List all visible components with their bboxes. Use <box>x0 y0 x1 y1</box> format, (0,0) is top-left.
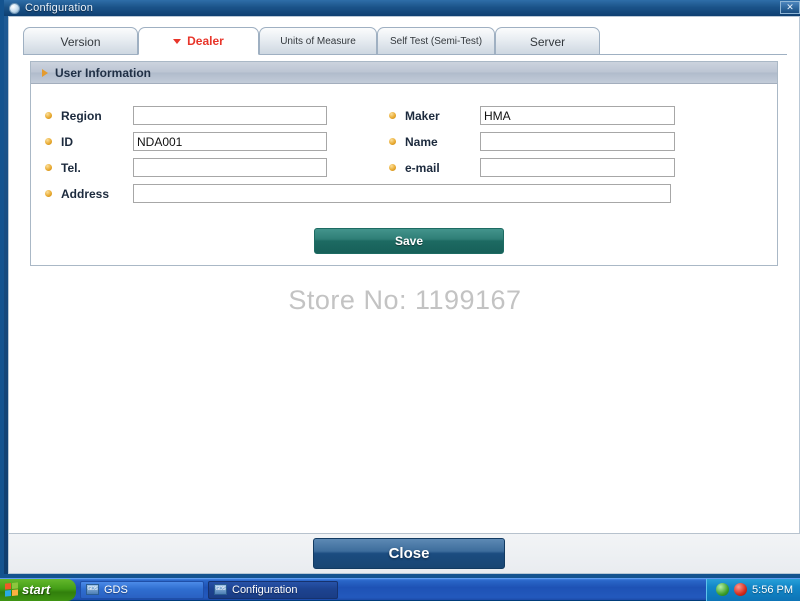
footer-area: Close <box>9 533 800 573</box>
window-title: Configuration <box>25 2 93 14</box>
email-label: e-mail <box>405 161 480 175</box>
save-button[interactable]: Save <box>314 228 504 254</box>
region-label: Region <box>61 109 133 123</box>
title-bar: Configuration ✕ <box>4 0 800 16</box>
shield-alert-icon[interactable] <box>734 583 747 596</box>
tel-input[interactable] <box>133 158 327 177</box>
gds-app-icon: GDS <box>214 584 227 595</box>
bullet-icon <box>45 164 52 171</box>
user-information-panel: User Information Region ID Tel. <box>30 61 778 266</box>
window-icon <box>9 3 20 14</box>
form-body: Region ID Tel. Address <box>31 84 777 266</box>
client-area: Version Dealer Units of Measure Self Tes… <box>8 16 800 574</box>
name-label: Name <box>405 135 480 149</box>
network-icon[interactable] <box>716 583 729 596</box>
store-number-watermark: Store No: 1199167 <box>9 285 800 316</box>
field-row-email: e-mail <box>389 158 675 177</box>
taskbar-item-gds[interactable]: GDS GDS <box>80 581 204 599</box>
tab-strip: Version Dealer Units of Measure Self Tes… <box>9 27 800 55</box>
tab-label: Server <box>530 35 565 49</box>
bullet-icon <box>389 138 396 145</box>
field-row-region: Region <box>45 106 327 125</box>
chevron-down-icon <box>173 39 181 44</box>
field-row-maker: Maker <box>389 106 675 125</box>
start-button[interactable]: start <box>0 579 76 601</box>
taskbar-item-label: GDS <box>104 584 128 596</box>
triangle-right-icon <box>42 69 48 77</box>
maker-label: Maker <box>405 109 480 123</box>
bullet-icon <box>45 138 52 145</box>
field-row-id: ID <box>45 132 327 151</box>
close-button[interactable]: Close <box>313 538 505 569</box>
tab-self-test[interactable]: Self Test (Semi-Test) <box>377 27 495 55</box>
address-label: Address <box>61 187 133 201</box>
field-row-tel: Tel. <box>45 158 327 177</box>
field-row-name: Name <box>389 132 675 151</box>
taskbar: start GDS GDS GDS Configuration 5:56 PM <box>0 578 800 600</box>
tab-dealer[interactable]: Dealer <box>138 27 259 55</box>
region-input[interactable] <box>133 106 327 125</box>
tel-label: Tel. <box>61 161 133 175</box>
start-label: start <box>22 582 50 597</box>
tab-version[interactable]: Version <box>23 27 138 55</box>
bullet-icon <box>45 190 52 197</box>
id-input[interactable] <box>133 132 327 151</box>
panel-title: User Information <box>55 66 151 80</box>
email-input[interactable] <box>480 158 675 177</box>
maker-input[interactable] <box>480 106 675 125</box>
system-tray: 5:56 PM <box>706 579 800 601</box>
bullet-icon <box>45 112 52 119</box>
panel-header: User Information <box>31 62 777 84</box>
name-input[interactable] <box>480 132 675 151</box>
address-input[interactable] <box>133 184 671 203</box>
tab-label: Version <box>60 35 100 49</box>
tab-server[interactable]: Server <box>495 27 600 55</box>
configuration-window: Configuration ✕ Version Dealer Units of … <box>0 0 800 578</box>
taskbar-item-label: Configuration <box>232 584 297 596</box>
tab-label: Units of Measure <box>280 36 356 47</box>
bullet-icon <box>389 112 396 119</box>
bullet-icon <box>389 164 396 171</box>
field-row-address: Address <box>45 184 671 203</box>
tab-label: Dealer <box>187 34 224 48</box>
close-icon[interactable]: ✕ <box>780 1 800 14</box>
taskbar-item-configuration[interactable]: GDS Configuration <box>208 581 338 599</box>
windows-flag-icon <box>5 582 18 596</box>
tab-label: Self Test (Semi-Test) <box>390 36 482 47</box>
id-label: ID <box>61 135 133 149</box>
clock[interactable]: 5:56 PM <box>752 584 793 596</box>
gds-app-icon: GDS <box>86 584 99 595</box>
tab-units-of-measure[interactable]: Units of Measure <box>259 27 377 55</box>
